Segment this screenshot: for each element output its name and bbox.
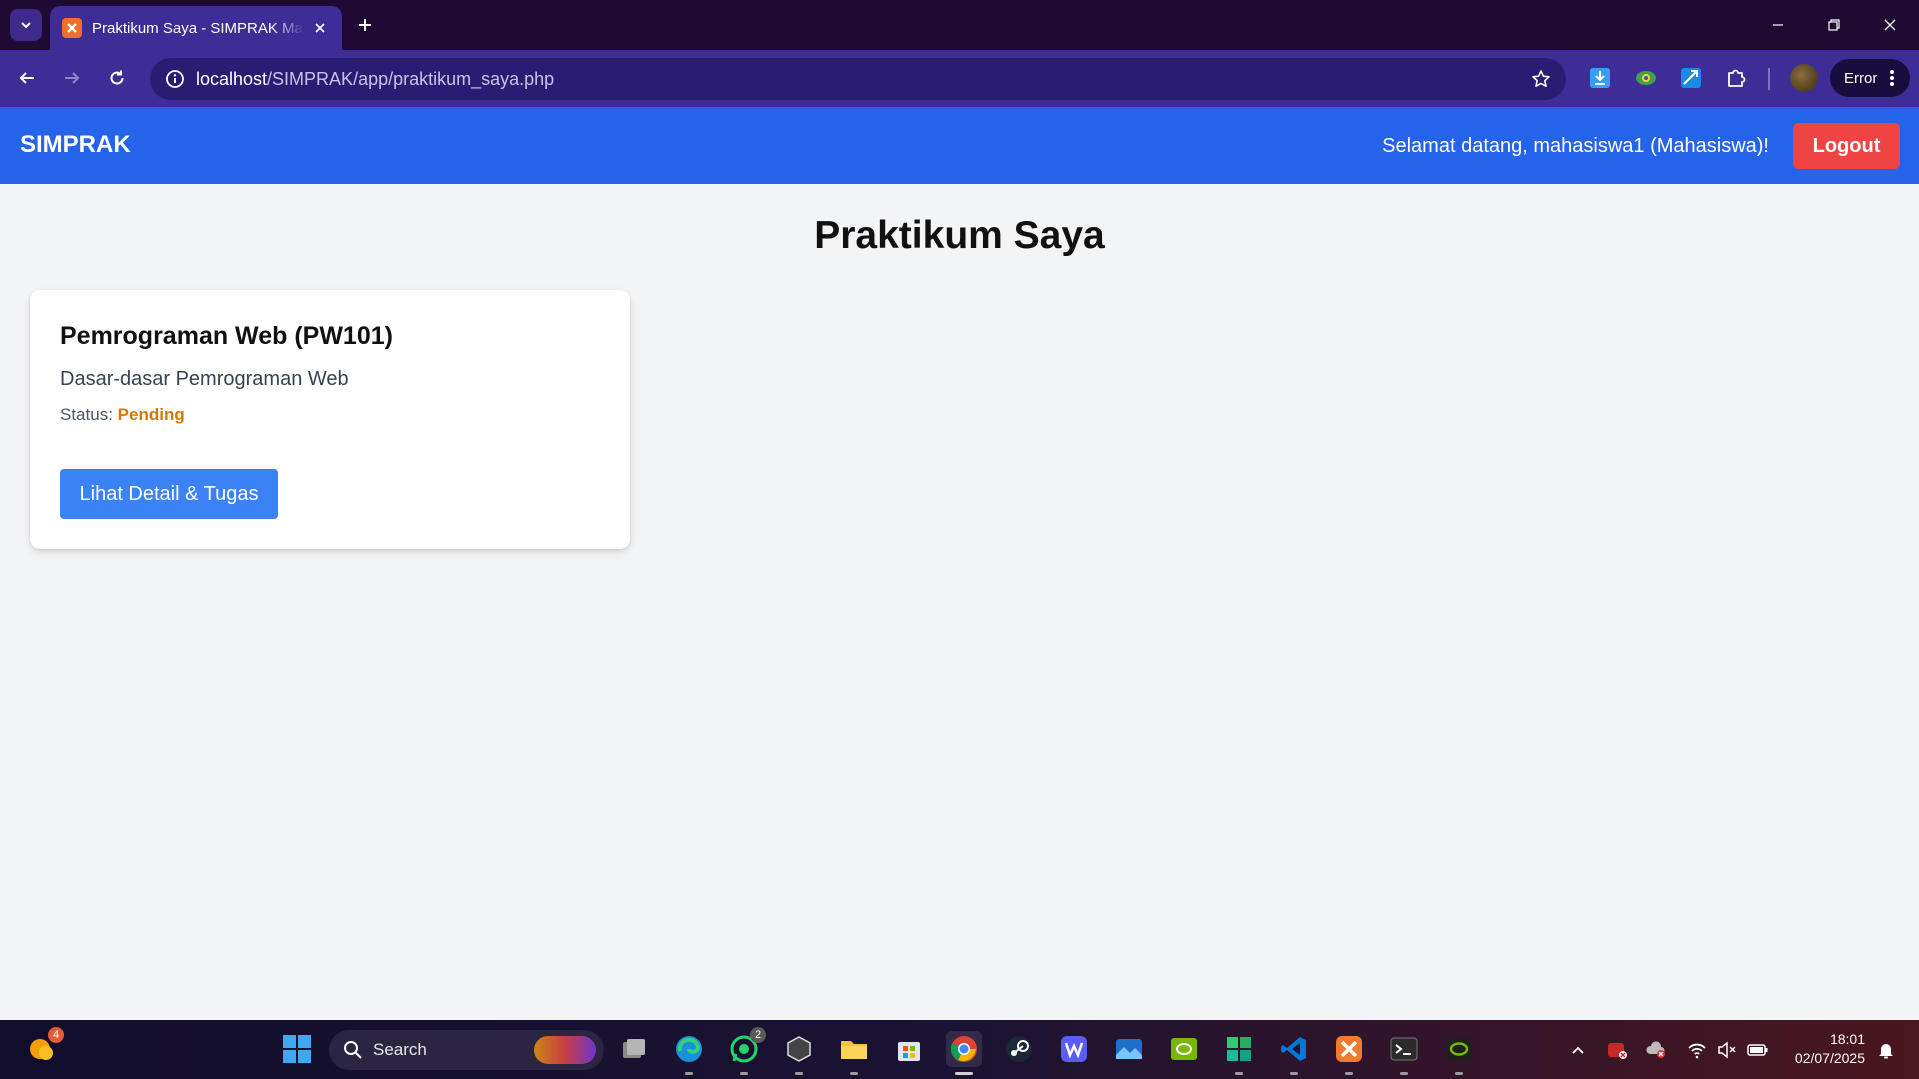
system-clock[interactable]: 18:01 02/07/2025	[1785, 1030, 1865, 1068]
welcome-message: Selamat datang, mahasiswa1 (Mahasiswa)!	[1382, 135, 1769, 157]
file-explorer-icon[interactable]	[836, 1031, 872, 1075]
profile-avatar[interactable]	[1790, 64, 1818, 92]
chevron-down-icon	[21, 22, 31, 29]
chrome-icon[interactable]	[946, 1031, 982, 1075]
xampp-favicon-icon	[62, 18, 82, 38]
extensions-puzzle-icon[interactable]	[1722, 64, 1750, 92]
store-icon[interactable]	[891, 1031, 927, 1067]
status-badge: Pending	[117, 405, 185, 424]
site-info-icon[interactable]	[154, 58, 196, 100]
w-app-icon[interactable]	[1056, 1031, 1092, 1067]
url-text: localhost/SIMPRAK/app/praktikum_saya.php	[196, 69, 554, 90]
arrow-right-icon	[65, 72, 80, 84]
minimize-button[interactable]	[1750, 0, 1806, 50]
app-icon-2[interactable]	[1221, 1031, 1257, 1075]
whatsapp-icon[interactable]: 2	[726, 1027, 766, 1075]
extension-globe-icon[interactable]	[1632, 64, 1660, 92]
course-title: Pemrograman Web (PW101)	[60, 322, 393, 350]
reload-icon	[110, 70, 124, 85]
weather-widget-icon[interactable]: 4	[24, 1027, 64, 1067]
app-running-indicator	[795, 1072, 803, 1075]
explorer-running-indicator	[850, 1072, 858, 1075]
course-status-label: Status:	[60, 405, 113, 424]
notification-bell-icon[interactable]	[1874, 1038, 1898, 1062]
profile-error-button[interactable]: Error	[1830, 59, 1910, 97]
logout-button[interactable]: Logout	[1793, 123, 1900, 169]
tab-search-button[interactable]	[10, 9, 42, 41]
reload-button[interactable]	[99, 60, 135, 96]
search-icon	[344, 1041, 362, 1059]
clock-time: 18:01	[1829, 1031, 1865, 1047]
toolbar-divider	[1768, 68, 1770, 90]
restore-icon	[1828, 19, 1840, 31]
course-card: Pemrograman Web (PW101) Dasar-dasar Pemr…	[30, 290, 630, 549]
tab-close-icon[interactable]	[310, 18, 330, 38]
edge-icon[interactable]	[671, 1031, 707, 1075]
nvidia-app-running-indicator	[1455, 1072, 1463, 1075]
xampp-icon[interactable]	[1331, 1031, 1367, 1075]
browser-tab-active[interactable]: Praktikum Saya - SIMPRAK Mahasiswa	[50, 6, 342, 50]
whatsapp-running-indicator	[740, 1072, 748, 1075]
terminal-icon[interactable]	[1386, 1031, 1422, 1075]
tray-app-icon[interactable]	[1605, 1038, 1629, 1062]
chrome-running-indicator	[955, 1072, 973, 1075]
download-icon[interactable]	[1586, 64, 1614, 92]
nvidia-icon[interactable]	[1166, 1031, 1202, 1067]
back-button[interactable]	[9, 60, 45, 96]
address-bar[interactable]: localhost/SIMPRAK/app/praktikum_saya.php	[150, 58, 1566, 100]
vscode-icon[interactable]	[1276, 1031, 1312, 1075]
new-tab-button[interactable]	[352, 12, 378, 38]
taskbar-search[interactable]: Search	[329, 1030, 604, 1070]
url-path: /SIMPRAK/app/praktikum_saya.php	[267, 68, 555, 89]
view-detail-button[interactable]: Lihat Detail & Tugas	[60, 469, 278, 519]
vscode-running-indicator	[1290, 1072, 1298, 1075]
steam-icon[interactable]	[1001, 1031, 1037, 1067]
battery-icon[interactable]	[1746, 1038, 1770, 1062]
app-icon[interactable]	[781, 1031, 817, 1075]
whatsapp-badge: 2	[750, 1027, 766, 1043]
tab-title: Praktikum Saya - SIMPRAK Mahasiswa	[92, 19, 304, 37]
close-window-button[interactable]	[1862, 0, 1918, 50]
site-brand[interactable]: SIMPRAK	[20, 131, 131, 159]
edge-running-indicator	[685, 1072, 693, 1075]
nvidia-app-icon[interactable]	[1441, 1031, 1477, 1075]
xampp-running-indicator	[1345, 1072, 1353, 1075]
more-vert-icon	[1890, 70, 1895, 86]
browser-tab-strip: Praktikum Saya - SIMPRAK Mahasiswa	[0, 0, 1919, 50]
extension-chart-icon[interactable]	[1677, 64, 1705, 92]
course-description: Dasar-dasar Pemrograman Web	[60, 368, 349, 390]
search-placeholder: Search	[373, 1040, 427, 1059]
bookmark-star-icon[interactable]	[1528, 66, 1554, 92]
minimize-icon	[1773, 24, 1783, 26]
close-icon	[1884, 19, 1896, 31]
browser-toolbar: localhost/SIMPRAK/app/praktikum_saya.php…	[0, 50, 1919, 107]
plus-icon	[359, 19, 371, 31]
speaker-muted-icon[interactable]	[1715, 1038, 1739, 1062]
page-title: Praktikum Saya	[814, 214, 1105, 257]
restore-button[interactable]	[1806, 0, 1862, 50]
app2-running-indicator	[1235, 1072, 1243, 1075]
arrow-left-icon	[19, 72, 34, 84]
weather-badge: 4	[48, 1027, 64, 1043]
forward-button[interactable]	[54, 60, 90, 96]
profile-error-label: Error	[1844, 69, 1878, 87]
course-status: Status: Pending	[60, 405, 600, 425]
terminal-running-indicator	[1400, 1072, 1408, 1075]
photos-icon[interactable]	[1111, 1031, 1147, 1067]
site-navbar: SIMPRAK Selamat datang, mahasiswa1 (Maha…	[0, 107, 1919, 184]
chevron-up-icon[interactable]	[1566, 1038, 1590, 1062]
clock-date: 02/07/2025	[1794, 1050, 1865, 1066]
task-view-icon[interactable]	[616, 1031, 652, 1067]
start-icon[interactable]	[279, 1031, 315, 1067]
wifi-icon[interactable]	[1685, 1038, 1709, 1062]
url-host: localhost	[196, 68, 268, 89]
cloud-error-icon[interactable]	[1644, 1038, 1668, 1062]
taskbar: 4 Search 2 18:01 02/07/2025	[0, 1020, 1919, 1079]
search-highlight-image	[534, 1036, 596, 1064]
